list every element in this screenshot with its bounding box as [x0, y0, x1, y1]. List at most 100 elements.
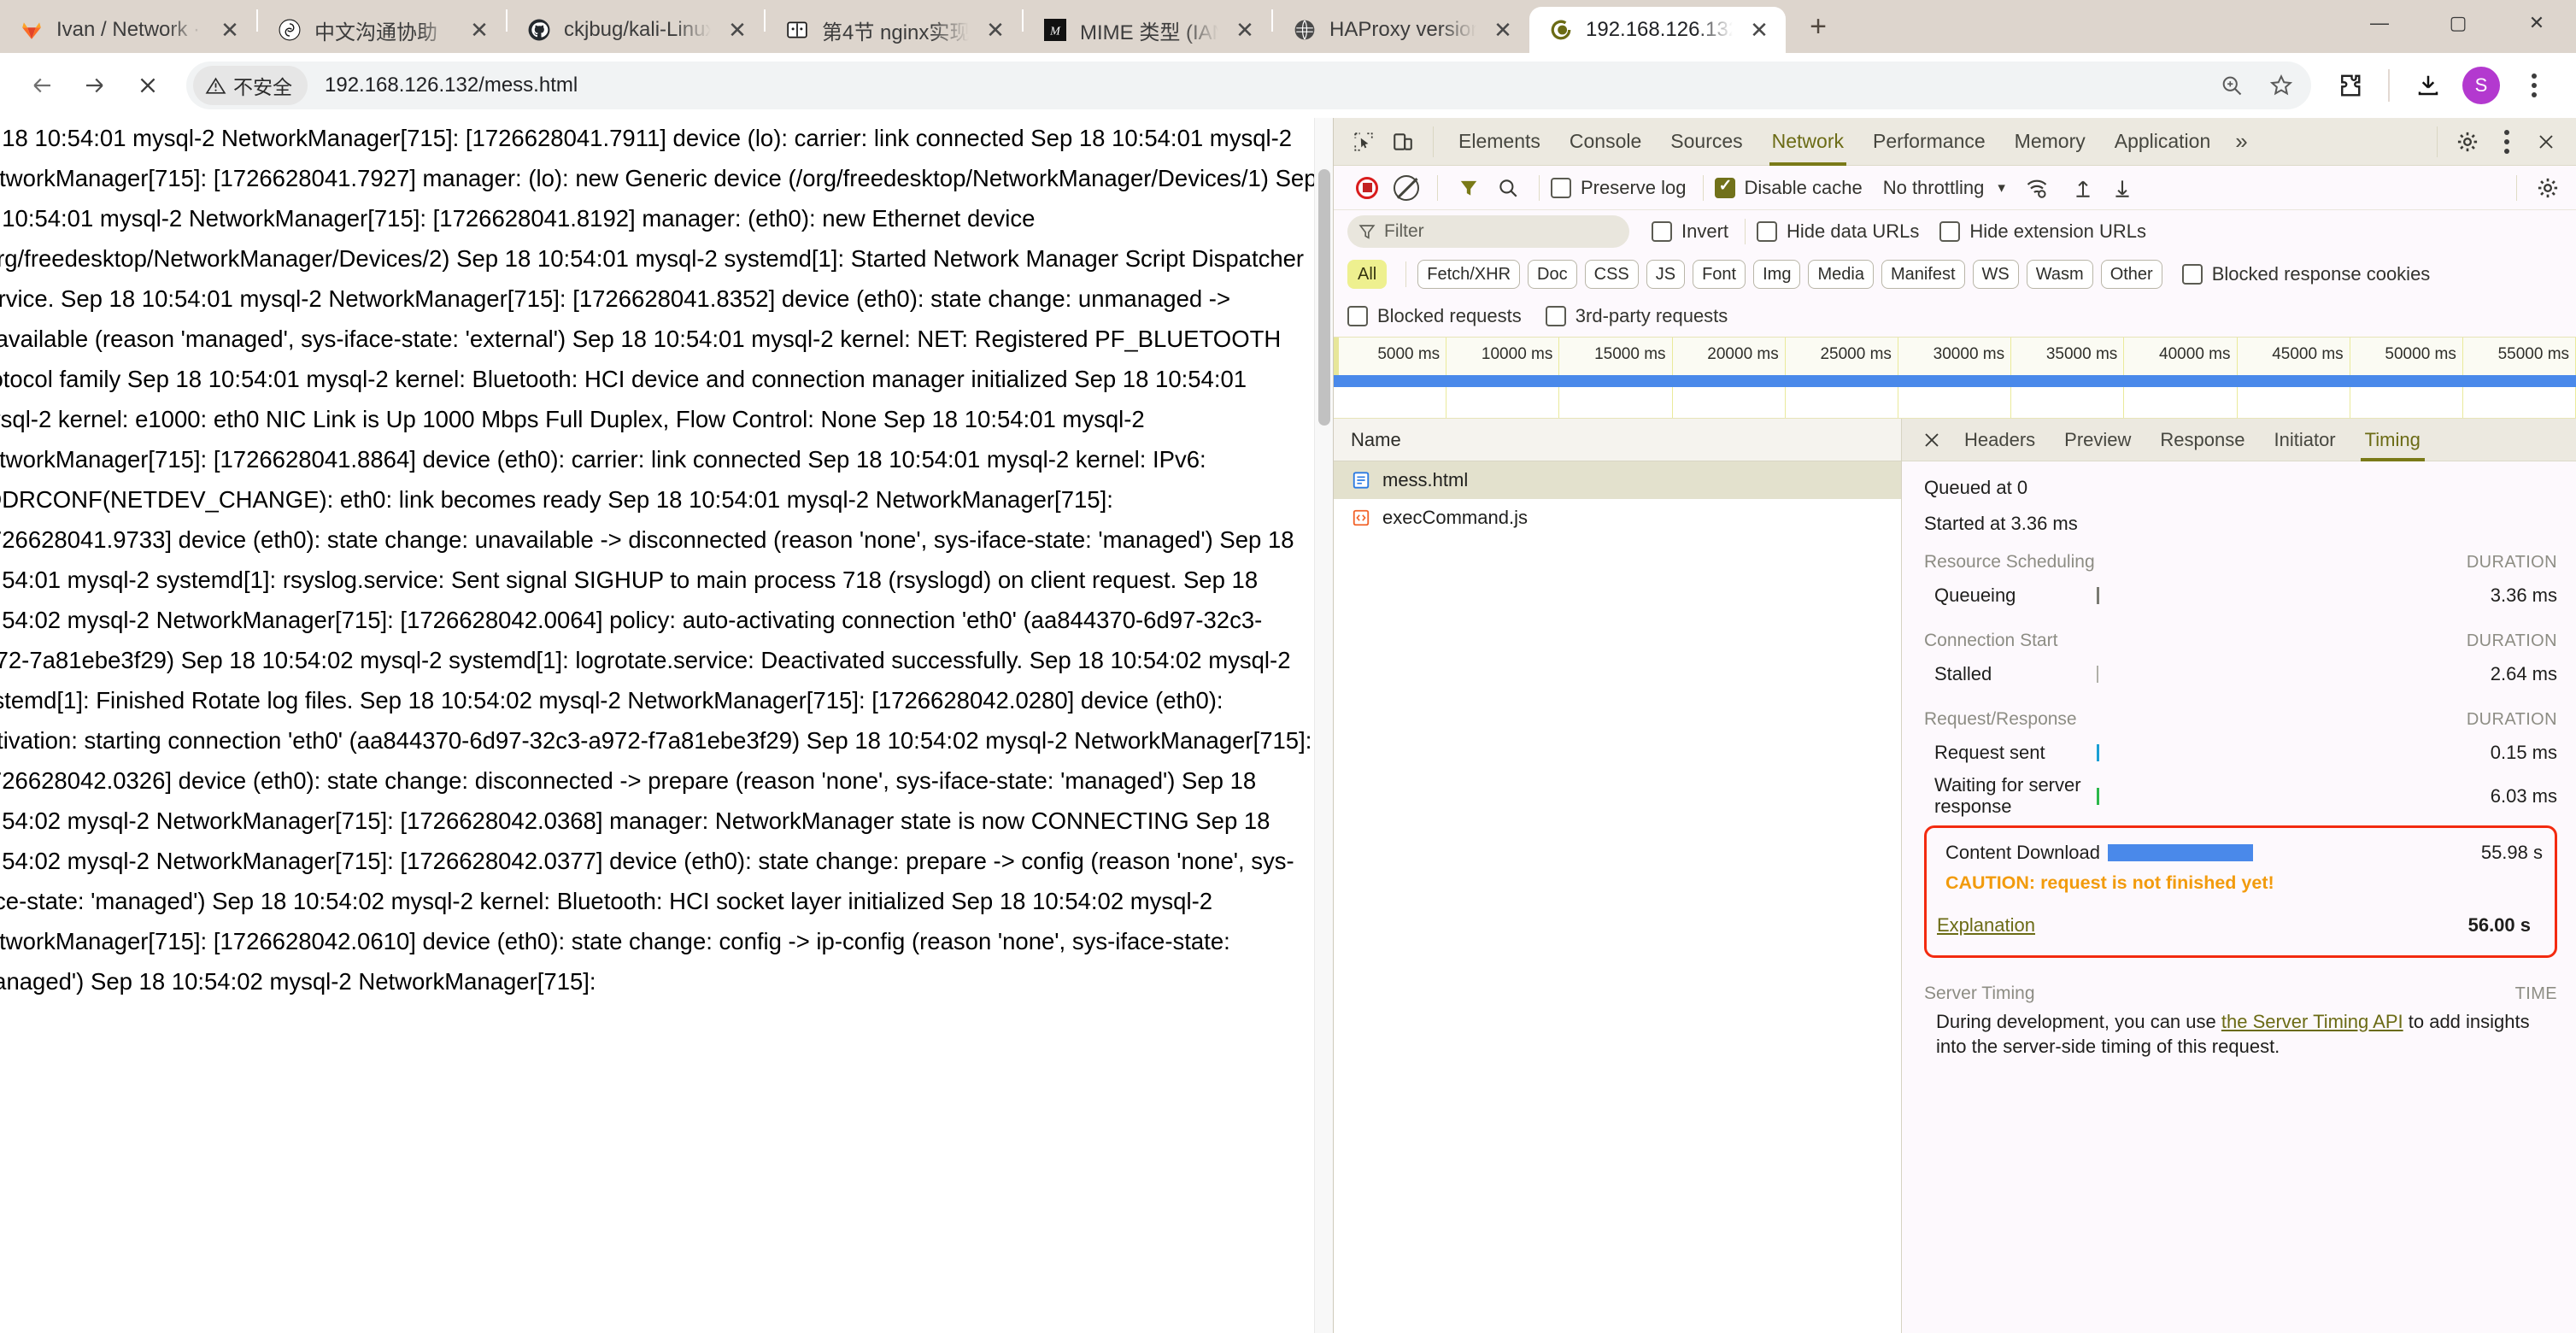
search-icon[interactable]: [1488, 168, 1528, 208]
star-icon[interactable]: [2256, 61, 2306, 110]
gear-icon[interactable]: [2448, 122, 2487, 161]
type-filter-ws[interactable]: WS: [1972, 260, 2019, 289]
type-filter-css[interactable]: CSS: [1584, 260, 1639, 289]
checkbox-box: [1347, 306, 1368, 326]
type-filter-font[interactable]: Font: [1693, 260, 1746, 289]
window-close-button[interactable]: ✕: [2497, 0, 2576, 46]
tab-close-button[interactable]: ✕: [723, 15, 752, 44]
detail-tab-response[interactable]: Response: [2145, 419, 2259, 461]
toolbar-divider: [1405, 261, 1407, 287]
new-tab-button[interactable]: +: [1794, 3, 1842, 50]
request-row-mess-html[interactable]: mess.html: [1334, 461, 1901, 499]
page-scrollbar-thumb[interactable]: [1318, 169, 1330, 426]
detail-tab-headers[interactable]: Headers: [1950, 419, 2050, 461]
hide-extension-urls-checkbox[interactable]: Hide extension URLs: [1939, 220, 2146, 243]
browser-tab-3[interactable]: ckjbug/kali-Linux-le ✕: [508, 7, 764, 53]
invert-checkbox[interactable]: Invert: [1652, 220, 1728, 243]
tab-title: 第4节 nginx实现web: [822, 21, 969, 44]
gear-icon[interactable]: [2528, 168, 2567, 208]
type-filter-all[interactable]: All: [1347, 260, 1388, 289]
tab-performance[interactable]: Performance: [1858, 118, 2000, 166]
browser-tab-1[interactable]: Ivan / Network · Git ✕: [0, 7, 256, 53]
network-conditions-icon[interactable]: [2017, 168, 2057, 208]
throttling-select[interactable]: No throttling: [1883, 177, 1985, 199]
page-scrollbar[interactable]: [1314, 118, 1333, 1333]
detail-tab-initiator[interactable]: Initiator: [2259, 419, 2350, 461]
hide-data-urls-checkbox[interactable]: Hide data URLs: [1757, 220, 1919, 243]
three-dots-icon[interactable]: [2508, 59, 2561, 112]
forward-button[interactable]: [68, 59, 121, 112]
browser-tab-6[interactable]: HAProxy version 3.0 ✕: [1273, 7, 1529, 53]
avatar[interactable]: S: [2455, 59, 2508, 112]
request-row-execcommand-js[interactable]: execCommand.js: [1334, 499, 1901, 537]
tab-application[interactable]: Application: [2100, 118, 2226, 166]
tab-close-button[interactable]: ✕: [1230, 15, 1259, 44]
type-filter-img[interactable]: Img: [1753, 260, 1801, 289]
detail-tab-timing[interactable]: Timing: [2350, 419, 2435, 461]
warning-triangle-icon: [205, 77, 226, 94]
tab-network[interactable]: Network: [1757, 118, 1858, 166]
import-har-icon[interactable]: [2063, 168, 2103, 208]
section-resource-scheduling: Resource Scheduling DURATION: [1924, 552, 2557, 573]
explanation-link[interactable]: Explanation: [1937, 914, 2035, 937]
disable-cache-checkbox[interactable]: Disable cache: [1714, 176, 1863, 199]
type-filter-wasm[interactable]: Wasm: [2026, 260, 2093, 289]
device-toolbar-icon[interactable]: [1383, 122, 1423, 161]
chevron-down-icon[interactable]: ▾: [1998, 179, 2005, 197]
network-overview-timeline[interactable]: 5000 ms 10000 ms 15000 ms 20000 ms 25000…: [1334, 337, 2576, 419]
type-filter-media[interactable]: Media: [1808, 260, 1874, 289]
tab-close-button[interactable]: ✕: [215, 15, 244, 44]
inspect-element-icon[interactable]: [1344, 122, 1383, 161]
tab-close-button[interactable]: ✕: [465, 15, 494, 44]
tab-close-button[interactable]: ✕: [1488, 15, 1517, 44]
document-icon: [1351, 470, 1371, 490]
preserve-log-checkbox[interactable]: Preserve log: [1551, 177, 1687, 199]
detail-tab-preview[interactable]: Preview: [2050, 419, 2145, 461]
record-stop-icon[interactable]: [1347, 168, 1387, 208]
toolbar-divider: [1702, 174, 1704, 201]
toolbar-divider: [2516, 174, 2517, 201]
puzzle-icon[interactable]: [2323, 59, 2376, 112]
server-timing-api-link[interactable]: the Server Timing API: [2221, 1011, 2403, 1032]
address-bar[interactable]: 不安全 192.168.126.132/mess.html: [186, 62, 2311, 109]
blocked-response-cookies-checkbox[interactable]: Blocked response cookies: [2181, 263, 2430, 285]
tab-sources[interactable]: Sources: [1656, 118, 1757, 166]
back-button[interactable]: [15, 59, 68, 112]
tab-elements[interactable]: Elements: [1444, 118, 1555, 166]
type-filter-doc[interactable]: Doc: [1528, 260, 1577, 289]
stop-loading-button[interactable]: [121, 59, 174, 112]
tab-close-button[interactable]: ✕: [981, 15, 1010, 44]
download-icon[interactable]: [2402, 59, 2455, 112]
three-dots-icon[interactable]: [2487, 122, 2526, 161]
search-input[interactable]: Filter: [1347, 215, 1629, 248]
more-panels-button[interactable]: »: [2225, 128, 2257, 155]
browser-tab-2[interactable]: 中文沟通协助 ✕: [258, 7, 506, 53]
browser-window: Ivan / Network · Git ✕ 中文沟通协助 ✕ ckjbug/k…: [0, 0, 2576, 1333]
type-filter-other[interactable]: Other: [2100, 260, 2162, 289]
tick-label: 40000 ms: [2159, 345, 2231, 363]
tab-close-button[interactable]: ✕: [1745, 15, 1774, 44]
close-icon[interactable]: [2526, 122, 2566, 161]
not-secure-badge[interactable]: 不安全: [193, 66, 308, 105]
clear-icon[interactable]: [1387, 168, 1426, 208]
column-header-name[interactable]: Name: [1334, 419, 1901, 461]
blocked-requests-checkbox[interactable]: Blocked requests: [1347, 305, 1522, 327]
request-detail-tabs: Headers Preview Response Initiator Timin…: [1902, 419, 2576, 461]
tab-memory[interactable]: Memory: [2000, 118, 2100, 166]
browser-tab-7-active[interactable]: 192.168.126.132/me ✕: [1529, 7, 1786, 53]
omnibox-actions: [2207, 61, 2306, 110]
minimize-button[interactable]: —: [2340, 0, 2419, 46]
browser-tab-5[interactable]: M MIME 类型 (IANA 女 ✕: [1024, 7, 1271, 53]
type-filter-fetch-xhr[interactable]: Fetch/XHR: [1417, 260, 1521, 289]
tab-console[interactable]: Console: [1555, 118, 1656, 166]
maximize-button[interactable]: ▢: [2419, 0, 2497, 46]
export-har-icon[interactable]: [2103, 168, 2142, 208]
close-icon[interactable]: [1914, 422, 1950, 458]
content-split: ep 18 10:54:01 mysql-2 NetworkManager[71…: [0, 118, 2576, 1333]
type-filter-js[interactable]: JS: [1646, 260, 1686, 289]
browser-tab-4[interactable]: 第4节 nginx实现web ✕: [766, 7, 1022, 53]
type-filter-manifest[interactable]: Manifest: [1881, 260, 1965, 289]
third-party-requests-checkbox[interactable]: 3rd-party requests: [1545, 305, 1728, 327]
zoom-in-icon[interactable]: [2207, 61, 2256, 110]
funnel-icon[interactable]: [1449, 168, 1488, 208]
